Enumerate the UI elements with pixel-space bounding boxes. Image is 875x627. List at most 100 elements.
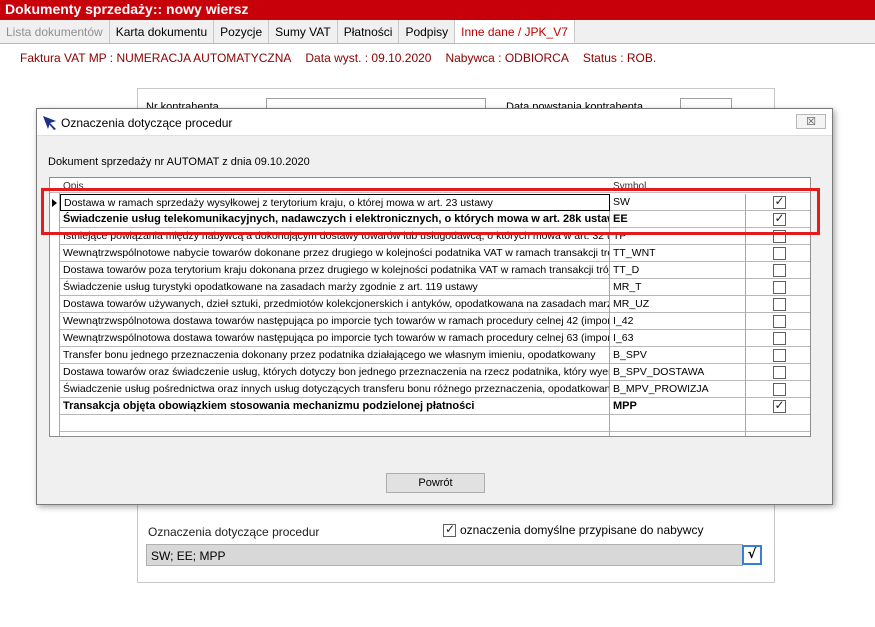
row-symbol[interactable]: TP — [610, 228, 746, 245]
row-checkbox-cell — [746, 347, 810, 364]
row-description[interactable]: Dostawa towarów używanych, dzieł sztuki,… — [60, 296, 610, 313]
row-description[interactable]: Wewnątrzwspólnotowe nabycie towarów doko… — [60, 245, 610, 262]
row-checkbox[interactable] — [772, 211, 786, 226]
issue-date-label: Data wyst. : 09.10.2020 — [305, 51, 432, 65]
row-checkbox[interactable] — [772, 332, 786, 345]
table-row[interactable]: Dostawa towarów oraz świadczenie usług, … — [60, 364, 810, 381]
table-row[interactable]: Transfer bonu jednego przeznaczenia doko… — [60, 347, 810, 364]
row-checkbox-cell — [746, 313, 810, 330]
row-symbol[interactable]: TT_WNT — [610, 245, 746, 262]
table-row[interactable]: Wewnątrzwspólnotowe nabycie towarów doko… — [60, 245, 810, 262]
row-symbol[interactable]: MR_UZ — [610, 296, 746, 313]
row-checkbox-cell — [746, 245, 810, 262]
procedures-grid: Opis Symbol Dostawa w ramach sprzedaży w… — [49, 177, 811, 437]
row-indicator-column — [50, 178, 60, 436]
row-symbol[interactable]: SW — [610, 194, 746, 211]
row-checkbox[interactable] — [772, 298, 786, 311]
tab-5[interactable]: Podpisy — [399, 20, 456, 43]
tab-0: Lista dokumentów — [0, 20, 110, 43]
empty-table-row[interactable] — [60, 415, 810, 432]
row-checkbox[interactable] — [772, 281, 786, 294]
default-procedures-checkbox[interactable] — [443, 522, 456, 537]
row-description[interactable]: Transakcja objęta obowiązkiem stosowania… — [60, 398, 610, 415]
document-infobar: Faktura VAT MP : NUMERACJA AUTOMATYCZNA … — [20, 51, 656, 65]
default-procedures-label: oznaczenia domyślne przypisane do nabywc… — [460, 523, 704, 537]
empty-table-row[interactable] — [60, 432, 810, 436]
row-checkbox[interactable] — [772, 398, 786, 413]
table-row[interactable]: Świadczenie usług telekomunikacyjnych, n… — [60, 211, 810, 228]
row-symbol[interactable]: B_SPV — [610, 347, 746, 364]
row-checkbox-cell — [746, 228, 810, 245]
row-symbol[interactable]: EE — [610, 211, 746, 228]
row-symbol[interactable]: MPP — [610, 398, 746, 415]
row-checkbox[interactable] — [772, 366, 786, 379]
dialog-close-button[interactable]: ☒ — [796, 114, 826, 129]
row-checkbox[interactable] — [772, 264, 786, 277]
row-checkbox[interactable] — [772, 315, 786, 328]
empty-cell[interactable] — [610, 415, 746, 432]
dialog-title: Oznaczenia dotyczące procedur — [61, 116, 233, 130]
default-procedures-option[interactable]: oznaczenia domyślne przypisane do nabywc… — [443, 522, 704, 537]
table-row[interactable]: Dostawa towarów używanych, dzieł sztuki,… — [60, 296, 810, 313]
row-checkbox-cell — [746, 398, 810, 415]
row-checkbox-cell — [746, 381, 810, 398]
row-checkbox-cell — [746, 330, 810, 347]
empty-cell[interactable] — [60, 432, 610, 436]
dialog-titlebar: Oznaczenia dotyczące procedur ☒ — [37, 109, 832, 136]
invoice-type-label: Faktura VAT MP : NUMERACJA AUTOMATYCZNA — [20, 51, 292, 65]
row-symbol[interactable]: MR_T — [610, 279, 746, 296]
grid-header: Opis Symbol — [50, 178, 810, 193]
row-description[interactable]: Transfer bonu jednego przeznaczenia doko… — [60, 347, 610, 364]
table-row[interactable]: Istniejące powiązania między nabywcą a d… — [60, 228, 810, 245]
row-description[interactable]: Świadczenie usług pośrednictwa oraz inny… — [60, 381, 610, 398]
table-row[interactable]: Dostawa w ramach sprzedaży wysyłkowej z … — [60, 194, 810, 211]
tab-3[interactable]: Sumy VAT — [269, 20, 338, 43]
current-row-indicator-icon — [52, 199, 57, 207]
status-label: Status : ROB. — [582, 51, 657, 65]
procedures-dialog: Oznaczenia dotyczące procedur ☒ Dokument… — [36, 108, 833, 505]
row-description[interactable]: Świadczenie usług telekomunikacyjnych, n… — [60, 211, 610, 228]
procedures-value-field[interactable]: SW; EE; MPP — [146, 544, 743, 566]
row-description[interactable]: Istniejące powiązania między nabywcą a d… — [60, 228, 610, 245]
back-button[interactable]: Powrót — [386, 473, 485, 493]
row-description[interactable]: Dostawa towarów oraz świadczenie usług, … — [60, 364, 610, 381]
window-title: Dokumenty sprzedaży:: nowy wiersz — [0, 0, 875, 20]
tab-6[interactable]: Inne dane / JPK_V7 — [455, 20, 575, 43]
row-symbol[interactable]: I_42 — [610, 313, 746, 330]
column-header-symbol[interactable]: Symbol — [613, 181, 646, 192]
empty-cell[interactable] — [60, 415, 610, 432]
tab-1[interactable]: Karta dokumentu — [110, 20, 215, 43]
tab-2[interactable]: Pozycje — [214, 20, 270, 43]
row-checkbox[interactable] — [772, 349, 786, 362]
empty-cell[interactable] — [610, 432, 746, 436]
row-checkbox[interactable] — [772, 194, 786, 209]
table-row[interactable]: Transakcja objęta obowiązkiem stosowania… — [60, 398, 810, 415]
table-row[interactable]: Świadczenie usług turystyki opodatkowane… — [60, 279, 810, 296]
row-checkbox[interactable] — [772, 247, 786, 260]
table-row[interactable]: Wewnątrzwspólnotowa dostawa towarów nast… — [60, 330, 810, 347]
row-checkbox-cell — [746, 211, 810, 228]
row-checkbox[interactable] — [772, 230, 786, 243]
row-description[interactable]: Wewnątrzwspólnotowa dostawa towarów nast… — [60, 313, 610, 330]
row-symbol[interactable]: B_SPV_DOSTAWA — [610, 364, 746, 381]
table-row[interactable]: Świadczenie usług pośrednictwa oraz inny… — [60, 381, 810, 398]
row-description[interactable]: Świadczenie usług turystyki opodatkowane… — [60, 279, 610, 296]
row-symbol[interactable]: TT_D — [610, 262, 746, 279]
row-description[interactable]: Dostawa towarów poza terytorium kraju do… — [60, 262, 610, 279]
row-symbol[interactable]: I_63 — [610, 330, 746, 347]
tab-4[interactable]: Płatności — [338, 20, 400, 43]
row-checkbox-cell — [746, 194, 810, 211]
empty-cell[interactable] — [746, 432, 810, 436]
buyer-label: Nabywca : ODBIORCA — [445, 51, 569, 65]
row-checkbox-cell — [746, 279, 810, 296]
row-description[interactable]: Dostawa w ramach sprzedaży wysyłkowej z … — [60, 194, 610, 211]
row-description[interactable]: Wewnątrzwspólnotowa dostawa towarów nast… — [60, 330, 610, 347]
table-row[interactable]: Wewnątrzwspólnotowa dostawa towarów nast… — [60, 313, 810, 330]
column-header-opis[interactable]: Opis — [63, 181, 84, 192]
row-checkbox-cell — [746, 262, 810, 279]
procedures-select-button[interactable]: √ — [742, 545, 762, 565]
table-row[interactable]: Dostawa towarów poza terytorium kraju do… — [60, 262, 810, 279]
empty-cell[interactable] — [746, 415, 810, 432]
row-checkbox[interactable] — [772, 383, 786, 396]
row-symbol[interactable]: B_MPV_PROWIZJA — [610, 381, 746, 398]
